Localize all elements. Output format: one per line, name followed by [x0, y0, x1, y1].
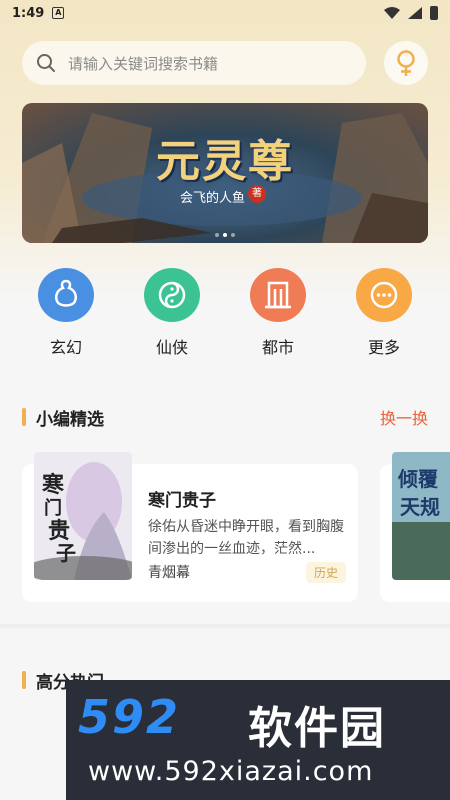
- watermark-brand: 软件园: [248, 703, 386, 754]
- promo-banner[interactable]: 元灵尊 会飞的人鱼 著: [22, 103, 428, 243]
- book-card[interactable]: 寒 门 贵 子 寒门贵子 徐佑从昏迷中睁开眼，看到胸腹间渗出的一丝血迹，茫然..…: [22, 452, 358, 602]
- category-circle: [38, 268, 94, 322]
- category-circle: [144, 268, 200, 322]
- battery-icon: [430, 6, 438, 20]
- cover-artwork: 寒 门 贵 子: [34, 452, 132, 580]
- watermark-url: www.592xiazai.com: [88, 756, 374, 787]
- category-label: 更多: [367, 338, 400, 357]
- category-label: 玄幻: [49, 338, 82, 357]
- watermark-overlay: 592 软件园 www.592xiazai.com: [66, 680, 450, 800]
- banner-author-badge: 著: [248, 185, 266, 203]
- banner-author: 会飞的人鱼: [180, 191, 246, 206]
- svg-text:天规: 天规: [400, 495, 440, 519]
- category-label: 都市: [261, 338, 294, 357]
- category-row: 玄幻 仙侠 都市 更多: [22, 268, 428, 358]
- section-accent-bar: [22, 408, 26, 426]
- book-genre-tag: 历史: [305, 562, 346, 583]
- category-label: 仙侠: [155, 338, 188, 357]
- wifi-icon: [384, 7, 400, 19]
- book-author: 青烟幕: [148, 565, 190, 581]
- svg-text:子: 子: [56, 541, 76, 565]
- signal-icon: [408, 7, 422, 19]
- notification-icon: A: [52, 7, 65, 19]
- book-card-next[interactable]: 倾覆 天规: [380, 452, 450, 602]
- book-cover: 倾覆 天规: [392, 452, 450, 580]
- svg-text:倾覆: 倾覆: [397, 467, 439, 491]
- category-circle: [250, 268, 306, 322]
- svg-text:寒: 寒: [42, 472, 64, 498]
- banner-dot: [231, 233, 235, 237]
- banner-dot: [215, 233, 219, 237]
- gourd-icon: [55, 279, 77, 307]
- banner-title: 元灵尊: [156, 136, 294, 187]
- section-title: 小编精选: [36, 409, 104, 430]
- category-xianxia[interactable]: 仙侠: [144, 268, 200, 358]
- banner-pagination: [22, 233, 428, 237]
- banner-dot-active: [223, 233, 227, 237]
- taiji-icon: [158, 281, 186, 309]
- search-placeholder: 请输入关键词搜索书籍: [68, 54, 219, 73]
- more-dots-icon: [370, 281, 398, 309]
- search-row: 请输入关键词搜索书籍: [22, 40, 428, 86]
- search-icon: [37, 54, 55, 72]
- editor-picks-header: 小编精选 换一换: [22, 405, 428, 430]
- category-circle: [356, 268, 412, 322]
- category-dushi[interactable]: 都市: [250, 268, 306, 358]
- book-description: 徐佑从昏迷中睁开眼，看到胸腹间渗出的一丝血迹，茫然...: [148, 519, 344, 557]
- status-icons: [384, 6, 438, 20]
- building-icon: [265, 281, 291, 309]
- category-xuanhuan[interactable]: 玄幻: [38, 268, 94, 358]
- book-title: 寒门贵子: [148, 491, 216, 511]
- status-bar: 1:49 A: [0, 0, 450, 26]
- watermark-number: 592: [78, 690, 181, 744]
- cover-artwork: 倾覆 天规: [392, 452, 450, 580]
- female-icon: [397, 50, 415, 76]
- svg-text:门: 门: [44, 497, 62, 519]
- category-more[interactable]: 更多: [356, 268, 412, 358]
- section-accent-bar: [22, 671, 26, 689]
- refresh-button[interactable]: 换一换: [380, 405, 428, 429]
- book-cover: 寒 门 贵 子: [34, 452, 132, 580]
- gender-switch-button[interactable]: [384, 41, 428, 85]
- search-input[interactable]: 请输入关键词搜索书籍: [22, 41, 366, 85]
- status-time: 1:49: [12, 5, 45, 21]
